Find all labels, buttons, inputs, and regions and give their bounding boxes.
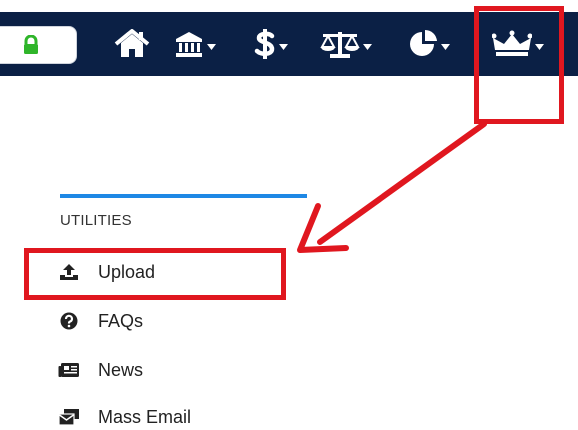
- upload-highlight: [24, 248, 286, 300]
- menu-item-label: News: [98, 359, 144, 380]
- menu-item-label: FAQs: [98, 310, 144, 331]
- menu-item-mass-email[interactable]: Mass Email: [58, 404, 191, 430]
- menu-item-label: Mass Email: [98, 406, 192, 427]
- question-circle-icon: [58, 311, 80, 331]
- section-underline: [60, 194, 307, 198]
- newspaper-icon: [58, 360, 80, 380]
- utilities-title: UTILITIES: [60, 212, 132, 229]
- menu-item-news[interactable]: News: [58, 357, 143, 383]
- mass-email-icon: [58, 407, 80, 427]
- menu-item-faqs[interactable]: FAQs: [58, 308, 143, 334]
